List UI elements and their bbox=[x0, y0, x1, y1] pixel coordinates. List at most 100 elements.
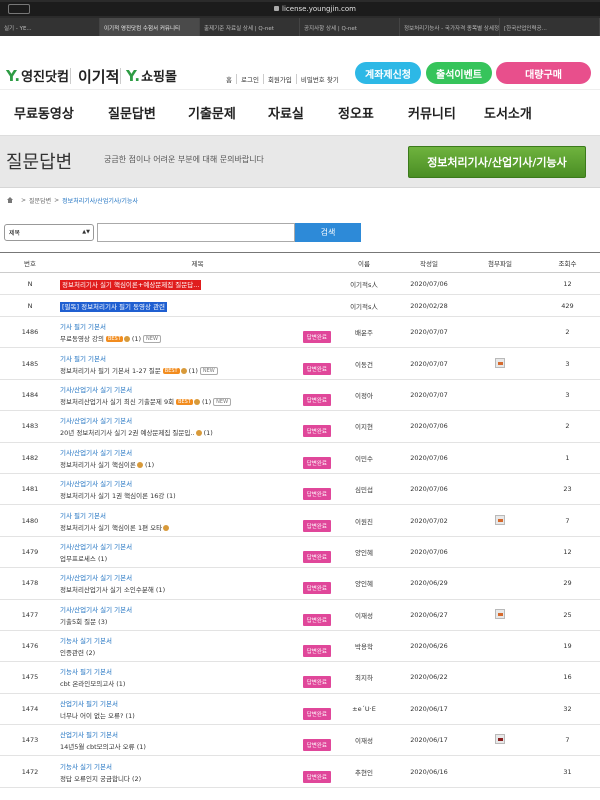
table-row[interactable]: 1482 기사/산업기사 실기 기본서 정보처리기사 실기 핵심이론 (1) 답변완료… bbox=[0, 442, 600, 474]
util-link[interactable]: 회원가입 bbox=[262, 74, 296, 84]
table-row[interactable]: 1483 기사/산업기사 실기 기본서 20년 정보처리기사 실기 2권 예상문제집… bbox=[0, 410, 600, 443]
category-link[interactable]: 산업기사 필기 기본서 bbox=[60, 729, 146, 739]
table-row[interactable]: 1485 기사 필기 기본서 정보처리기사 필기 기본서 1-27 질문 BEST (… bbox=[0, 347, 600, 380]
browser-tab[interactable]: 실기 - YE... bbox=[0, 18, 100, 36]
browser-tab[interactable]: 출제기준 자료실 상세 | Q-net bbox=[200, 18, 300, 36]
attachment-icon[interactable] bbox=[495, 734, 505, 745]
util-link[interactable]: 홈 bbox=[222, 74, 236, 84]
search-field-select[interactable]: 제목 ▲▼ bbox=[4, 223, 94, 241]
attachment-cell bbox=[465, 473, 535, 506]
util-link[interactable]: 비밀번호 찾기 bbox=[295, 74, 343, 84]
table-row[interactable]: 1477 기사/산업기사 실기 기본서 기출5회 질문 (3) 답변완료 이재성 2020… bbox=[0, 599, 600, 631]
nav-item[interactable]: 기출문제 bbox=[188, 103, 236, 122]
post-title[interactable]: 인증관련 (2) bbox=[60, 649, 95, 657]
category-link[interactable]: 기능사 실기 기본서 bbox=[60, 635, 112, 645]
bulk-purchase-button[interactable]: 대량구매 bbox=[496, 62, 591, 84]
table-row[interactable]: 1472 기능사 실기 기본서 정답 오류인지 궁금합니다 (2) 답변완료 추현인 20… bbox=[0, 755, 600, 788]
category-link[interactable]: 기사/산업기사 실기 기본서 bbox=[60, 384, 231, 394]
post-title[interactable]: 정보처리기사 실기 1권 핵심이론 16강 bbox=[60, 492, 164, 500]
category-link[interactable]: 기사 필기 기본서 bbox=[60, 321, 161, 331]
post-title[interactable]: 너무나 어이 없는 오류? (1) bbox=[60, 712, 135, 720]
author-name: 배윤주 bbox=[335, 316, 393, 349]
category-link[interactable]: 산업기사 필기 기본서 bbox=[60, 698, 135, 708]
category-link[interactable]: 기사/산업기사 실기 기본서 bbox=[60, 604, 132, 614]
nav-item[interactable]: 도서소개 bbox=[484, 103, 532, 122]
attachment-cell bbox=[465, 272, 535, 295]
util-link[interactable]: 로그인 bbox=[235, 74, 263, 84]
category-link[interactable]: 기사/산업기사 실기 기본서 bbox=[60, 541, 132, 551]
category-button[interactable]: 정보처리기사/산업기사/기능사 bbox=[408, 146, 586, 178]
post-title[interactable]: 정보처리산업기사 실기 최신 기출문제 9회 bbox=[60, 398, 174, 406]
notice-title[interactable]: 정보처리기사 실기 핵심이론+예상문제집 질문답... bbox=[60, 279, 202, 290]
notice-title[interactable]: [필독] 정보처리기사 필기 동영상 관련 bbox=[60, 301, 168, 312]
table-row[interactable]: 1475 기능사 필기 기본서 cbt 온라인모의고사 (1) 답변완료 최지하 2020… bbox=[0, 661, 600, 694]
notice-row[interactable]: N [필독] 정보처리기사 필기 동영상 관련 이기적s人 2020/02/28 429 bbox=[0, 294, 600, 317]
breadcrumb-item[interactable]: 질문답변 bbox=[29, 196, 51, 205]
category-link[interactable]: 기사 필기 기본서 bbox=[60, 510, 169, 520]
title-cell: 기사 필기 기본서 정보처리기사 필기 기본서 1-27 질문 BEST (1) NE… bbox=[60, 347, 335, 380]
sidebar-toggle-icon[interactable] bbox=[8, 4, 30, 14]
browser-tab[interactable]: 정보처리기능사 - 국가자격 종목별 상세정... bbox=[400, 18, 500, 36]
category-link[interactable]: 기능사 실기 기본서 bbox=[60, 761, 141, 771]
row-number: 1485 bbox=[0, 347, 60, 380]
post-title[interactable]: 업무프로세스 (1) bbox=[60, 555, 107, 563]
table-row[interactable]: 1474 산업기사 필기 기본서 너무나 어이 없는 오류? (1) 답변완료 ±e´U… bbox=[0, 693, 600, 726]
post-title[interactable]: 20년 정보처리기사 실기 2권 예상문제집 질문입.. bbox=[60, 429, 195, 437]
attendance-event-button[interactable]: 출석이벤트 bbox=[426, 62, 492, 84]
post-title[interactable]: cbt 온라인모의고사 (1) bbox=[60, 680, 125, 688]
browser-tab[interactable]: 공지사항 상세 | Q-net bbox=[300, 18, 400, 36]
table-row[interactable]: 1473 산업기사 필기 기본서 14년5월 cbt모의고사 오류 (1) 답변완료 이… bbox=[0, 724, 600, 757]
post-title[interactable]: 무료동영상 강의 bbox=[60, 335, 104, 343]
row-number: 1478 bbox=[0, 567, 60, 600]
notice-row[interactable]: N 정보처리기사 실기 핵심이론+예상문제집 질문답... 이기적s人 2020/07… bbox=[0, 272, 600, 295]
post-title[interactable]: 정보처리기사 필기 기본서 1-27 질문 bbox=[60, 367, 161, 375]
post-title[interactable]: 정보처리기사 실기 핵심이론 1편 오타 bbox=[60, 524, 162, 532]
new-badge: NEW bbox=[213, 397, 232, 406]
search-button[interactable]: 검색 bbox=[295, 222, 361, 242]
attachment-cell bbox=[465, 294, 535, 317]
table-row[interactable]: 1478 기사/산업기사 실기 기본서 정보처리산업기사 실기 소인수분해 (1) 답… bbox=[0, 567, 600, 600]
account-apply-button[interactable]: 계좌제신청 bbox=[355, 62, 421, 84]
post-title[interactable]: 정보처리기사 실기 핵심이론 bbox=[60, 461, 136, 469]
url-text[interactable]: license.youngjin.com bbox=[30, 5, 600, 13]
attachment-icon[interactable] bbox=[495, 608, 505, 619]
category-link[interactable]: 기능사 필기 기본서 bbox=[60, 666, 125, 676]
home-icon[interactable] bbox=[6, 196, 14, 204]
attachment-icon[interactable] bbox=[495, 514, 505, 525]
new-badge: NEW bbox=[199, 366, 218, 375]
browser-tab[interactable]: 이기적 영진닷컴 수험서 커뮤니티 bbox=[100, 18, 200, 36]
breadcrumb-current[interactable]: 정보처리기사/산업기사/기능사 bbox=[62, 196, 138, 205]
author-name: 이원진 bbox=[335, 504, 393, 537]
attachment-icon[interactable] bbox=[495, 357, 505, 368]
youngjin-logo[interactable]: Y. 영진닷컴 bbox=[6, 66, 69, 86]
post-title[interactable]: 정보처리산업기사 실기 소인수분해 (1) bbox=[60, 586, 165, 594]
nav-item[interactable]: 질문답변 bbox=[108, 103, 156, 122]
category-link[interactable]: 기사/산업기사 실기 기본서 bbox=[60, 572, 165, 582]
nav-item[interactable]: 자료실 bbox=[268, 103, 304, 122]
address-bar[interactable]: license.youngjin.com bbox=[0, 2, 600, 16]
utility-links: 홈 로그인 회원가입 비밀번호 찾기 bbox=[222, 74, 343, 84]
nav-item[interactable]: 정오표 bbox=[338, 103, 374, 122]
table-row[interactable]: 1479 기사/산업기사 실기 기본서 업무프로세스 (1) 답변완료 양인혜 2020/… bbox=[0, 536, 600, 569]
post-date: 2020/06/17 bbox=[393, 693, 465, 726]
table-row[interactable]: 1486 기사 필기 기본서 무료동영상 강의 BEST (1) NEW 답변완료 배윤주 2… bbox=[0, 316, 600, 349]
igijeok-logo[interactable]: 이기적 bbox=[78, 66, 119, 87]
table-row[interactable]: 1476 기능사 실기 기본서 인증관련 (2) 답변완료 박용학 2020/06/26 1… bbox=[0, 630, 600, 663]
shop-logo[interactable]: Y. 쇼핑몰 bbox=[126, 66, 177, 86]
category-link[interactable]: 기사/산업기사 실기 기본서 bbox=[60, 478, 176, 488]
table-row[interactable]: 1481 기사/산업기사 실기 기본서 정보처리기사 실기 1권 핵심이론 16강 … bbox=[0, 473, 600, 506]
table-row[interactable]: 1484 기사/산업기사 실기 기본서 정보처리산업기사 실기 최신 기출문제 9회… bbox=[0, 379, 600, 412]
attachment-cell bbox=[465, 316, 535, 349]
post-title[interactable]: 정답 오류인지 궁금합니다 (2) bbox=[60, 775, 141, 783]
post-title[interactable]: 기출5회 질문 (3) bbox=[60, 618, 107, 626]
post-title[interactable]: 14년5월 cbt모의고사 오류 (1) bbox=[60, 743, 146, 751]
category-link[interactable]: 기사/산업기사 실기 기본서 bbox=[60, 415, 213, 425]
nav-item[interactable]: 무료동영상 bbox=[14, 103, 74, 122]
breadcrumb-separator: > bbox=[21, 196, 27, 204]
browser-tab[interactable]: [한국산업인력공... bbox=[500, 18, 600, 36]
table-row[interactable]: 1480 기사 필기 기본서 정보처리기사 실기 핵심이론 1편 오타 답변완료 이원진… bbox=[0, 504, 600, 537]
category-link[interactable]: 기사/산업기사 실기 기본서 bbox=[60, 447, 154, 457]
category-link[interactable]: 기사 필기 기본서 bbox=[60, 353, 218, 363]
search-input[interactable] bbox=[97, 222, 295, 242]
nav-item[interactable]: 커뮤니티 bbox=[408, 103, 456, 122]
